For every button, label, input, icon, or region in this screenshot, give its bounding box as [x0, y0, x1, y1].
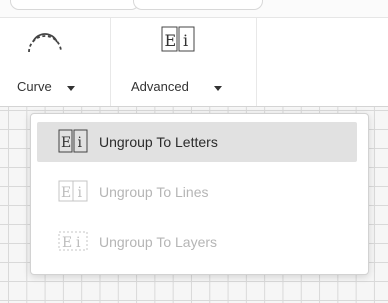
menu-item-ungroup-to-layers[interactable]: E i Ungroup To Layers	[37, 222, 357, 262]
svg-text:i: i	[78, 135, 83, 151]
advanced-label: Advanced	[131, 79, 189, 94]
svg-text:i: i	[76, 235, 81, 251]
menu-item-label: Ungroup To Letters	[99, 134, 218, 150]
curve-label: Curve	[17, 79, 52, 94]
ungroup-layers-icon: E i	[58, 231, 88, 251]
svg-text:i: i	[78, 185, 83, 201]
top-control-strip	[0, 0, 388, 18]
curve-icon	[28, 33, 62, 53]
advanced-dropdown-menu: E i Ungroup To Letters E i Ungroup To Li…	[30, 113, 369, 275]
menu-item-label: Ungroup To Lines	[99, 184, 209, 200]
ungroup-letters-icon: E i	[161, 26, 195, 52]
svg-text:i: i	[183, 31, 188, 50]
chevron-down-icon	[67, 86, 75, 91]
menu-item-ungroup-to-letters[interactable]: E i Ungroup To Letters	[37, 122, 357, 162]
ungroup-lines-icon: E i	[58, 180, 88, 202]
svg-text:E: E	[61, 135, 71, 151]
curve-tool-button[interactable]: Curve	[0, 18, 110, 106]
chevron-down-icon	[214, 86, 222, 91]
svg-text:E: E	[165, 31, 177, 50]
menu-item-ungroup-to-lines[interactable]: E i Ungroup To Lines	[37, 172, 357, 212]
toolbar: Curve E i Advanced	[0, 18, 388, 106]
advanced-tool-button[interactable]: E i Advanced	[111, 18, 256, 106]
canvas-top-border	[0, 106, 388, 107]
top-control-right[interactable]	[133, 0, 263, 10]
toolbar-separator	[256, 18, 257, 106]
menu-item-label: Ungroup To Layers	[99, 234, 218, 250]
ungroup-letters-icon: E i	[58, 129, 88, 153]
svg-text:E: E	[62, 235, 72, 251]
svg-text:E: E	[61, 185, 71, 201]
top-control-left[interactable]	[10, 0, 140, 10]
